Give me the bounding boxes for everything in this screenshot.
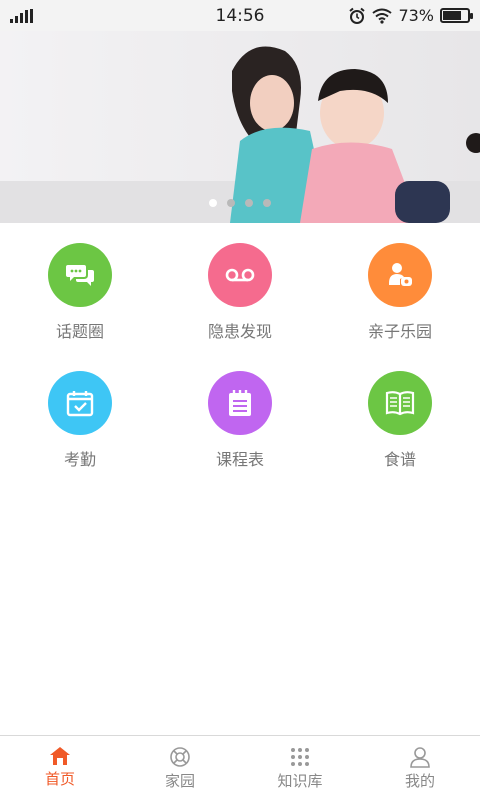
nav-label: 知识库 xyxy=(277,772,323,790)
banner-indicator xyxy=(0,199,480,207)
voicemail-icon xyxy=(208,243,272,307)
home-icon xyxy=(50,747,70,765)
banner-dot[interactable] xyxy=(227,199,235,207)
battery-percent: 73% xyxy=(398,6,434,25)
nav-item-mine[interactable]: 我的 xyxy=(360,736,480,800)
schedule-list-icon xyxy=(208,371,272,435)
nav-label: 我的 xyxy=(404,772,435,790)
nav-label: 首页 xyxy=(44,770,75,788)
menu-label: 隐患发现 xyxy=(207,322,272,341)
menu-label: 亲子乐园 xyxy=(367,322,432,341)
nav-item-home[interactable]: 首页 xyxy=(0,736,120,800)
feature-grid: 话题圈 隐患发现 亲子乐园 考勤 课程表 食谱 xyxy=(0,223,480,479)
recipe-book-icon xyxy=(368,371,432,435)
nav-item-family-garden[interactable]: 家园 xyxy=(120,736,240,800)
battery-icon xyxy=(440,8,473,23)
wifi-icon xyxy=(372,8,393,24)
menu-item-attendance[interactable]: 考勤 xyxy=(0,351,160,479)
menu-item-topic-circle[interactable]: 话题圈 xyxy=(0,223,160,351)
nav-item-knowledge-base[interactable]: 知识库 xyxy=(240,736,360,800)
alarm-icon xyxy=(349,7,366,24)
menu-item-schedule[interactable]: 课程表 xyxy=(160,351,320,479)
menu-item-hazard-report[interactable]: 隐患发现 xyxy=(160,223,320,351)
grid-dots-icon xyxy=(291,748,309,766)
status-bar: 14:56 73% xyxy=(0,0,480,31)
menu-label: 话题圈 xyxy=(55,322,104,341)
menu-label: 食谱 xyxy=(383,450,416,469)
menu-label: 课程表 xyxy=(215,450,264,469)
bottom-nav: 首页 家园 知识库 我的 xyxy=(0,735,480,800)
banner-carousel[interactable] xyxy=(0,31,480,223)
banner-dot[interactable] xyxy=(245,199,253,207)
banner-dot[interactable] xyxy=(209,199,217,207)
menu-label: 考勤 xyxy=(63,450,96,469)
parent-child-icon xyxy=(368,243,432,307)
nav-label: 家园 xyxy=(164,772,195,790)
signal-icon xyxy=(10,8,33,23)
lifebuoy-icon xyxy=(170,747,190,767)
banner-image xyxy=(0,31,480,223)
calendar-check-icon xyxy=(48,371,112,435)
user-icon xyxy=(410,747,430,768)
menu-item-recipe[interactable]: 食谱 xyxy=(320,351,480,479)
menu-item-parent-child-park[interactable]: 亲子乐园 xyxy=(320,223,480,351)
banner-dot[interactable] xyxy=(263,199,271,207)
chat-bubbles-icon xyxy=(48,243,112,307)
